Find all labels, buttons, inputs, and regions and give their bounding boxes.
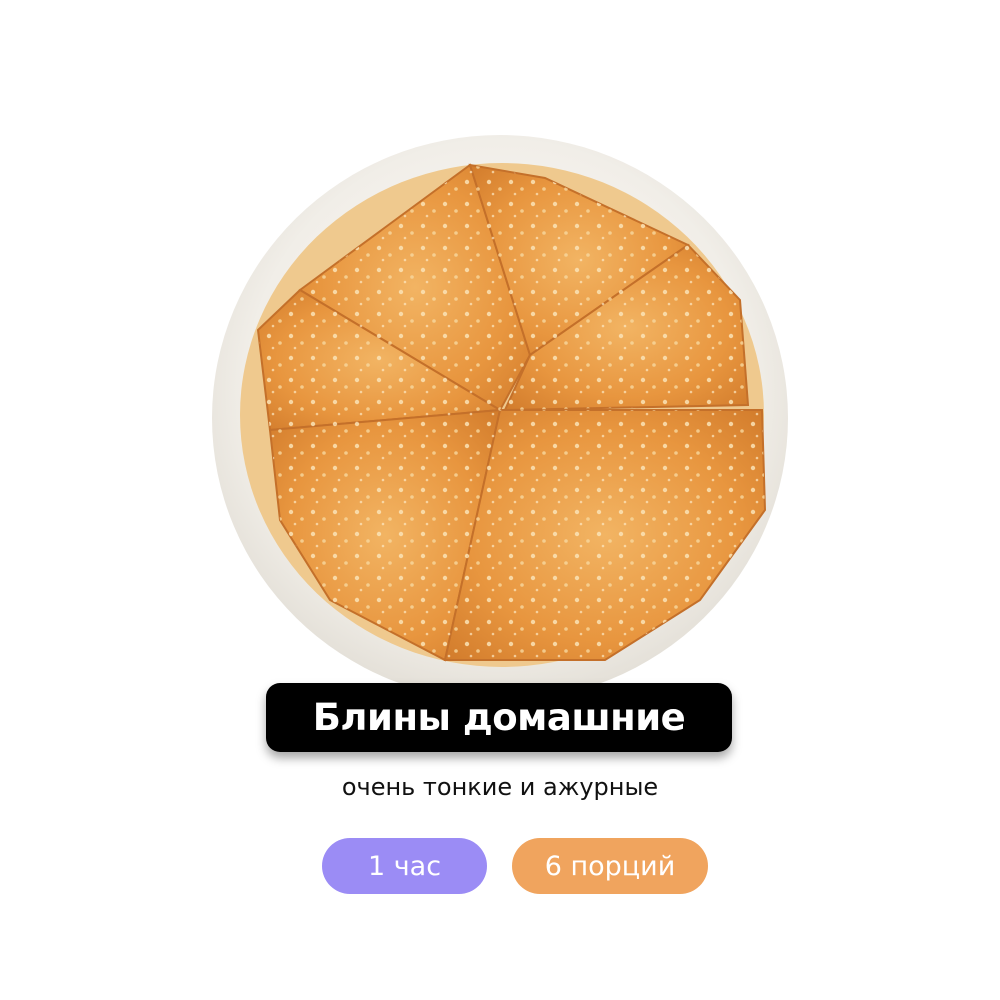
cooking-time-tag: 1 час [322, 838, 487, 894]
dish-image [212, 135, 788, 700]
recipe-title: Блины домашние [312, 696, 686, 739]
recipe-title-badge: Блины домашние [266, 683, 732, 752]
recipe-subtitle: очень тонкие и ажурные [341, 773, 659, 801]
servings-tag: 6 порций [512, 838, 708, 894]
